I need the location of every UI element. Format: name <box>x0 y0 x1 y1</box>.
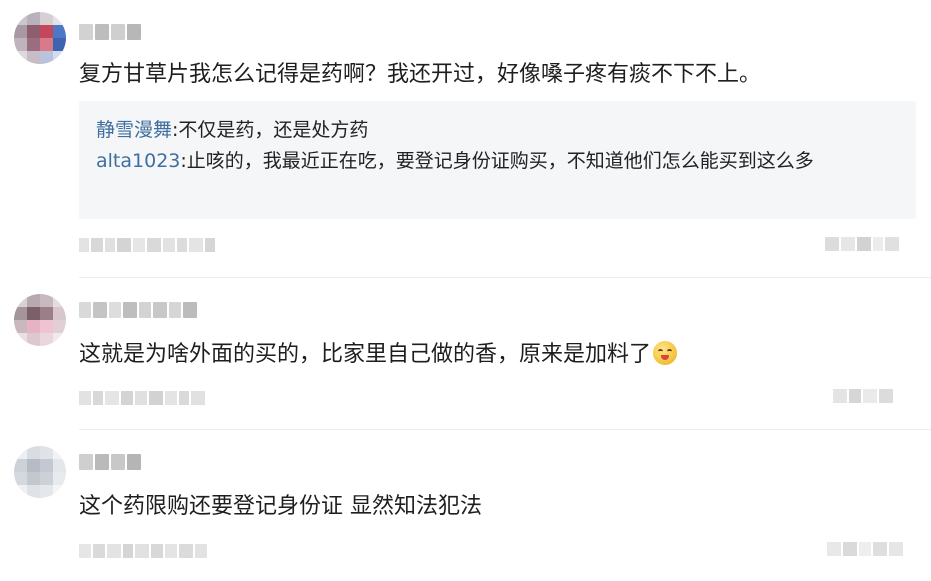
comment-meta-blurred <box>79 238 215 252</box>
avatar[interactable] <box>14 446 66 498</box>
username-blurred[interactable] <box>79 454 141 470</box>
reply-text: :止咳的，我最近正在吃，要登记身份证购买，不知道他们怎么能买到这么多 <box>180 150 814 172</box>
like-count-blurred[interactable] <box>825 237 899 253</box>
comment-text: 复方甘草片我怎么记得是药啊？我还开过，好像嗓子疼有痰不下不上。 <box>79 62 762 87</box>
comment-meta-blurred <box>79 544 207 558</box>
comment-text: 这个药限购还要登记身份证 显然知法犯法 <box>79 494 482 519</box>
reply-username[interactable]: alta1023 <box>96 150 180 172</box>
like-count-blurred[interactable] <box>833 389 893 405</box>
reply-item: alta1023:止咳的，我最近正在吃，要登记身份证购买，不知道他们怎么能买到这… <box>96 146 901 176</box>
comment-item: 复方甘草片我怎么记得是药啊？我还开过，好像嗓子疼有痰不下不上。 静雪漫舞:不仅是… <box>0 0 931 278</box>
reply-item: 静雪漫舞:不仅是药，还是处方药 <box>96 115 901 145</box>
comment-item: 这个药限购还要登记身份证 显然知法犯法 <box>0 430 931 581</box>
avatar[interactable] <box>14 12 66 64</box>
reply-username[interactable]: 静雪漫舞 <box>96 119 172 141</box>
like-count-blurred[interactable] <box>827 542 903 558</box>
smiling-face-emoji-icon <box>653 341 678 365</box>
username-blurred[interactable] <box>79 302 197 318</box>
comment-text-body: 这就是为啥外面的买的，比家里自己做的香，原来是加料了 <box>79 342 652 367</box>
reply-text: :不仅是药，还是处方药 <box>172 119 369 141</box>
username-blurred[interactable] <box>79 24 141 40</box>
comment-item: 这就是为啥外面的买的，比家里自己做的香，原来是加料了 <box>0 278 931 430</box>
comment-text: 这就是为啥外面的买的，比家里自己做的香，原来是加料了 <box>79 340 678 370</box>
comment-meta-blurred <box>79 391 205 405</box>
avatar[interactable] <box>14 294 66 346</box>
reply-box: 静雪漫舞:不仅是药，还是处方药 alta1023:止咳的，我最近正在吃，要登记身… <box>79 101 916 219</box>
